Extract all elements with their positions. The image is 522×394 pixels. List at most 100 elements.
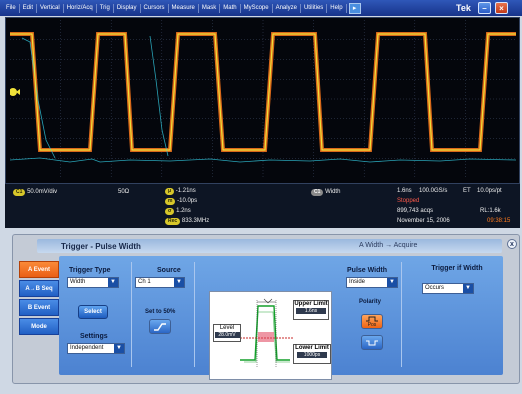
time: 09:38:15 [487,218,511,224]
trigger-if-select[interactable]: Occurs ▼ [422,283,474,294]
divider [131,262,132,367]
panel-header: Trigger - Pulse Width A Width → Acquire [37,239,502,253]
level-box[interactable]: Level 28.0mV [213,324,241,342]
lower-limit-label: Lower Limit [295,345,329,351]
chevron-down-icon: ▼ [114,344,124,353]
trigger-type-value: Width [70,279,86,285]
meas-row-1: μ -1.21ns [165,188,196,195]
trigger-if-value: Occurs [425,285,445,291]
chevron-down-icon: ▼ [387,278,397,287]
panel-status: A Width → Acquire [359,242,418,249]
pulse-width-select[interactable]: Inside ▼ [346,277,398,288]
chevron-down-icon: ▼ [108,278,118,287]
menu-display[interactable]: Display [114,3,141,13]
minimize-button[interactable]: – [478,2,491,14]
trigger-marker-icon[interactable] [10,88,20,96]
menu-vertical[interactable]: Vertical [37,3,64,13]
polarity-positive-button[interactable]: Pos [361,314,383,329]
settings-label: Settings [80,333,108,340]
set-50-button[interactable] [149,319,171,334]
divider [401,262,402,367]
timebase: 1.6ns [397,188,412,194]
source-select[interactable]: Ch 1 ▼ [135,277,185,288]
sample-rate: 100.0GS/s [419,188,448,194]
tab-mode[interactable]: Mode [19,318,59,335]
menu-bar: File Edit Vertical Horiz/Acq Trig Displa… [0,0,522,16]
record-length: RL:1.6k [480,208,501,214]
resolution: 10.0ps/pt [477,188,502,194]
panel-close-button[interactable]: x [507,239,517,249]
level-label: Level [219,325,235,331]
ch1-readout[interactable]: C1 50.0mV/div [13,189,57,196]
meas-row-4: Rec 833.3MHz [165,218,209,225]
menu-trig[interactable]: Trig [97,3,114,13]
ch1-impedance: 50Ω [118,189,130,195]
settings-value: Independent [70,345,104,351]
meas-badge: Rec [165,218,181,225]
lower-limit-box[interactable]: Lower Limit 1000ps [293,344,331,364]
et-label: ET [463,188,471,194]
tab-a-event[interactable]: A Event [19,261,59,278]
menu-horiz-acq[interactable]: Horiz/Acq [64,3,97,13]
polarity-pos-label: Pos [367,321,377,328]
source-value: Ch 1 [138,279,151,285]
waveform-display[interactable] [10,20,516,178]
polarity-label: Polarity [359,299,382,305]
lower-limit-value: 1000ps [297,352,327,358]
tab-a-b-seq[interactable]: A→B Seq [19,280,59,297]
meas-value: -10.0ps [177,198,198,204]
meas-row-3: σ 1.2ns [165,208,191,215]
meas-value: 833.3MHz [181,218,210,224]
trigger-if-label: Trigger if Width [431,265,483,272]
trigger-panel: Trigger - Pulse Width A Width → Acquire … [12,234,520,384]
menu-utilities[interactable]: Utilities [301,3,328,13]
menu-measure[interactable]: Measure [169,3,199,13]
menu-math[interactable]: Math [220,3,241,13]
trigger-type-select[interactable]: Width ▼ [67,277,119,288]
meas-badge: σ [165,208,175,215]
trigger-tabs: A Event A→B Seq B Event Mode [19,261,59,337]
settings-select[interactable]: Independent ▼ [67,343,125,354]
chevron-down-icon: ▼ [174,278,184,287]
acq-state: Stopped [397,198,420,204]
menu-analyze[interactable]: Analyze [273,3,301,13]
brand-logo: Tek [456,3,471,13]
upper-limit-label: Upper Limit [294,301,328,307]
trigger-type-label: Trigger Type [69,267,111,274]
menu-myscope[interactable]: MyScope [241,3,273,13]
source-label: Source [157,267,181,274]
ch1-badge: C1 [13,189,26,196]
menu-mask[interactable]: Mask [199,3,221,13]
waveform-icon [154,322,166,331]
pulse-width-value: Inside [349,279,366,285]
trigger-readout[interactable]: C1 Width [311,189,340,196]
negative-pulse-icon [366,340,378,345]
upper-limit-value: 1.6ns [296,308,326,314]
date: November 15, 2006 [397,218,450,224]
upper-limit-box[interactable]: Upper Limit 1.6ns [293,300,329,320]
menu-edit[interactable]: Edit [20,3,38,13]
help-arrow-button[interactable]: ▸ [348,2,361,14]
tab-b-event[interactable]: B Event [19,299,59,316]
panel-title: Trigger - Pulse Width [61,242,141,251]
trig-badge: C1 [311,189,324,196]
level-value: 28.0mV [214,332,240,338]
trig-mode: Width [325,189,341,195]
menu-cursors[interactable]: Cursors [141,3,169,13]
polarity-negative-button[interactable] [361,335,383,350]
set-50-label: Set to 50% [145,309,176,315]
meas-row-2: m -10.0ps [165,198,197,205]
ch1-scale: 50.0mV/div [27,189,58,195]
select-button[interactable]: Select [78,305,108,319]
panel-body: Trigger Type Width ▼ Select Settings Ind… [59,256,503,380]
meas-value: -1.21ns [175,188,196,194]
meas-badge: μ [165,188,175,195]
meas-badge: m [165,198,176,205]
acq-count: 899,743 acqs [397,208,434,214]
menu-file[interactable]: File [3,3,20,13]
chevron-down-icon: ▼ [463,284,473,293]
menu-help[interactable]: Help [327,3,347,13]
status-bar: C1 50.0mV/div 50Ω μ -1.21ns m -10.0ps σ … [5,184,520,228]
close-window-button[interactable]: × [495,2,508,14]
pulse-width-label: Pulse Width [347,267,387,274]
